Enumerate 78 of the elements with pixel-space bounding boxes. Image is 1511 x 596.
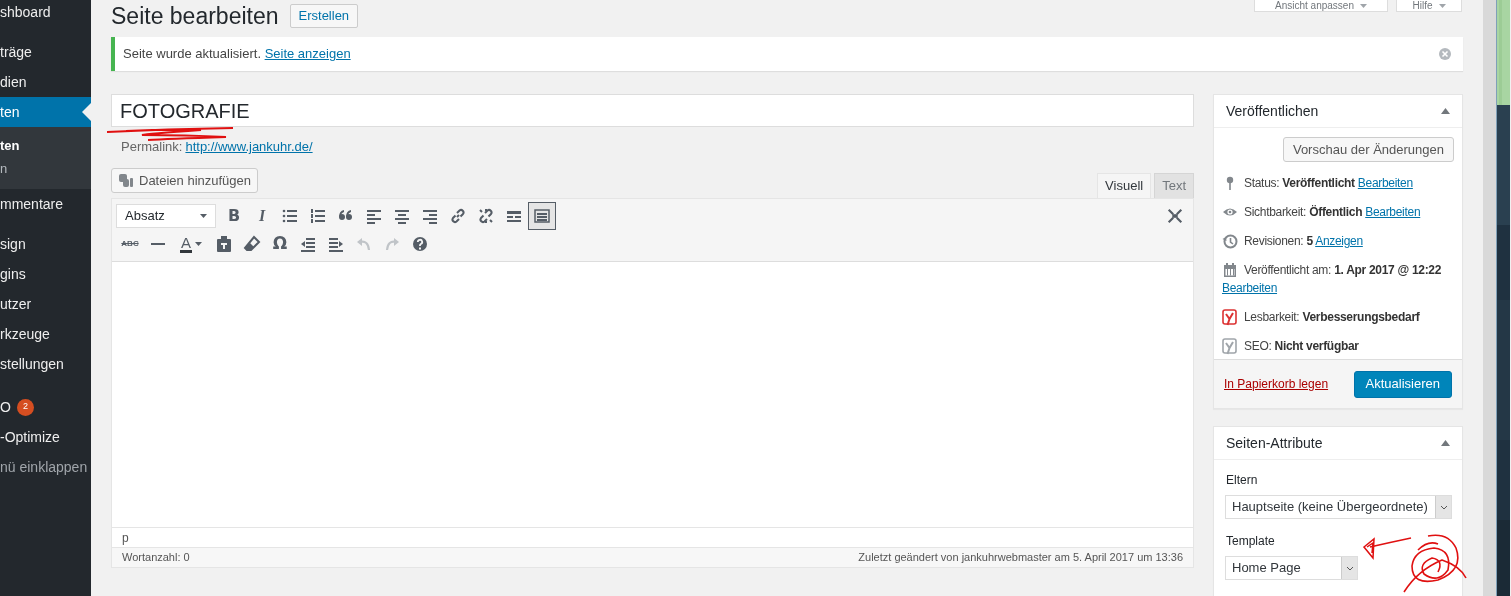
bold-button[interactable]: B <box>220 202 248 230</box>
element-path[interactable]: p <box>122 528 129 547</box>
media-icon <box>118 172 134 189</box>
word-count: Wortanzahl: 0 <box>122 550 190 566</box>
publish-status-text: Lesbarkeit: Verbesserungsbedarf <box>1244 309 1420 326</box>
tab-button[interactable]: Hilfe <box>1396 0 1462 12</box>
help-icon <box>410 234 430 254</box>
caret-icon <box>1359 3 1367 8</box>
publish-status-text: SEO: Nicht verfügbar <box>1244 338 1359 355</box>
current-page-notch <box>82 103 91 121</box>
caret-icon <box>1438 3 1446 8</box>
field-label: Template <box>1226 533 1275 550</box>
box-title: Seiten-Attribute <box>1226 433 1323 453</box>
menu-item[interactable]: O 2 <box>0 392 91 422</box>
publish-status-text: Status: Veröffentlicht Bearbeiten <box>1244 175 1413 192</box>
view-page-link[interactable]: Seite anzeigen <box>264 46 351 62</box>
chevron-icon <box>1439 504 1448 510</box>
menu-item[interactable]: mmentare <box>0 189 91 219</box>
menu-item[interactable]: ten <box>0 97 91 127</box>
submenu-item[interactable]: n <box>0 157 91 180</box>
publish-status-text: Sichtbarkeit: Öffentlich Bearbeiten <box>1244 204 1421 221</box>
menu-item[interactable]: -Optimize <box>0 422 91 452</box>
edit-link[interactable]: Bearbeiten <box>1222 281 1278 295</box>
fullscreen-icon <box>1166 207 1184 225</box>
permalink-link[interactable]: http://www.jankuhr.de/ <box>185 137 313 157</box>
caret-icon <box>200 214 207 218</box>
title-field[interactable]: FOTOGRAFIE <box>111 94 1194 127</box>
strikethrough-button[interactable]: ABC <box>116 230 144 258</box>
paste-text-icon <box>214 234 234 254</box>
edit-link[interactable]: Bearbeiten <box>1357 176 1413 190</box>
special-character-button[interactable]: Ω <box>266 230 294 258</box>
publish-status-text: Revisionen: 5 Anzeigen <box>1244 233 1363 250</box>
menu-item[interactable]: dien <box>0 67 91 97</box>
format-select[interactable]: Absatz <box>116 204 216 228</box>
menu-item[interactable]: gins <box>0 259 91 289</box>
edit-link[interactable]: Anzeigen <box>1315 234 1363 248</box>
tab-button[interactable]: Ansicht anpassen <box>1254 0 1388 12</box>
edit-link[interactable]: Bearbeiten <box>1365 205 1421 219</box>
unlink-icon <box>476 206 496 226</box>
editor-tab[interactable]: Text <box>1154 173 1194 198</box>
update-button[interactable]: Aktualisieren <box>1353 370 1452 398</box>
preview-button[interactable]: Vorschau der Änderungen <box>1282 137 1454 162</box>
collapse-icon[interactable] <box>1441 440 1450 446</box>
numbered-list-icon <box>308 206 328 226</box>
menu-item[interactable]: nü einklappen <box>0 452 91 482</box>
permalink-text: Permalink: http://www.jankuhr.de/ <box>121 137 313 157</box>
link-icon <box>448 206 468 226</box>
field-label: Eltern <box>1226 472 1258 489</box>
submenu-item[interactable]: ten <box>0 134 91 157</box>
clear-formatting-icon <box>242 234 262 254</box>
count-badge: 2 <box>16 398 34 416</box>
menu-item[interactable]: utzer <box>0 289 91 319</box>
history-icon <box>1222 233 1238 249</box>
dropdown-field[interactable]: Hauptseite (keine Übergeordnete) <box>1225 495 1452 519</box>
horizontal-line-icon <box>151 243 165 245</box>
editor-tab[interactable]: Visuell <box>1097 173 1152 198</box>
italic-button[interactable]: I <box>248 202 276 230</box>
menu-item[interactable]: träge <box>0 37 91 67</box>
box-title: Veröffentlichen <box>1226 101 1319 121</box>
caret-icon <box>195 242 202 246</box>
notice-text: Seite wurde aktualisiert. Seite anzeigen <box>123 45 352 64</box>
menu-item[interactable]: rkzeuge <box>0 319 91 349</box>
page-title: Seite bearbeiten <box>111 4 279 28</box>
collapse-icon[interactable] <box>1441 108 1450 114</box>
menu-item[interactable]: sign <box>0 229 91 259</box>
dropdown-field[interactable]: Home Page <box>1225 556 1358 580</box>
toolbar-toggle-icon <box>532 206 552 226</box>
create-button[interactable]: Erstellen <box>289 4 359 28</box>
add-media-button[interactable]: Dateien hinzufügen <box>111 168 259 193</box>
last-modified-text: Zuletzt geändert von jankuhrwebmaster am 5. April 2017 um 13:36 <box>858 550 1183 566</box>
arrow-drawing <box>1362 536 1412 560</box>
calendar-icon <box>1222 262 1238 278</box>
trash-link[interactable]: In Papierkorb legen <box>1224 375 1329 393</box>
toolbar-toggle-button[interactable] <box>528 202 556 230</box>
chevron-icon <box>1345 565 1354 571</box>
menu-item[interactable]: shboard <box>0 0 91 27</box>
menu-item[interactable]: stellungen <box>0 349 91 379</box>
text-color-button[interactable]: A <box>172 230 210 258</box>
